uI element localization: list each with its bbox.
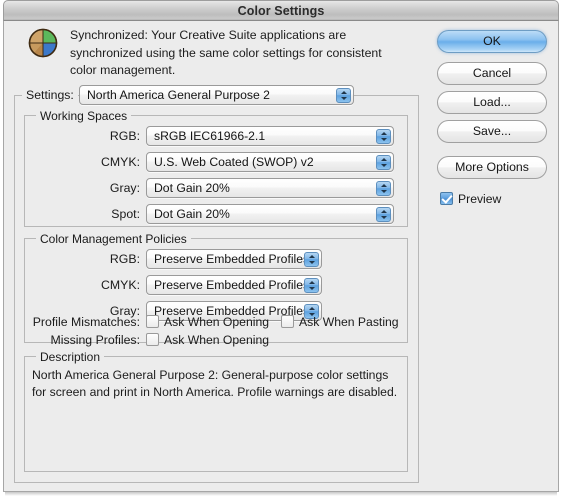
chevron-updown-icon [376,155,391,170]
chevron-updown-icon [336,88,351,103]
chevron-updown-icon [376,207,391,222]
policies-rgb-label: RGB: [109,252,140,266]
preview-checkbox[interactable] [440,192,453,205]
mismatch-ask-when-opening-checkbox[interactable] [146,315,159,328]
description-legend: Description [36,350,105,364]
missing-profiles-label: Missing Profiles: [50,333,140,347]
working-spaces-gray-value: Dot Gain 20% [154,181,230,195]
policies-cmyk-label: CMYK: [101,278,140,292]
chevron-updown-icon [376,181,391,196]
settings-preset-value: North America General Purpose 2 [87,88,270,102]
settings-preset-dropdown[interactable]: North America General Purpose 2 [79,85,354,105]
titlebar[interactable]: Color Settings [3,0,559,21]
working-spaces-spot-dropdown[interactable]: Dot Gain 20% [146,204,394,224]
cancel-button[interactable]: Cancel [437,62,547,85]
policies-cmyk-value: Preserve Embedded Profiles [154,278,310,292]
mismatch-ask-when-opening-label: Ask When Opening [164,315,270,329]
chevron-updown-icon [376,129,391,144]
missing-ask-when-opening-label: Ask When Opening [164,333,270,347]
ok-button[interactable]: OK [437,30,547,53]
working-spaces-gray-dropdown[interactable]: Dot Gain 20% [146,178,394,198]
policies-rgb-dropdown[interactable]: Preserve Embedded Profiles [146,249,322,269]
window-shadow [5,492,557,496]
settings-label: Settings: [22,88,78,102]
window-title: Color Settings [237,4,325,18]
save-button[interactable]: Save... [437,120,547,143]
working-spaces-rgb-label: RGB: [109,129,140,143]
color-management-policies-legend: Color Management Policies [36,232,191,246]
load-button[interactable]: Load... [437,91,547,114]
mismatch-ask-when-pasting-checkbox[interactable] [281,315,294,328]
preview-label: Preview [458,192,502,206]
mismatch-ask-when-pasting-label: Ask When Pasting [299,315,399,329]
sync-status-message: Synchronized: Your Creative Suite applic… [70,28,382,77]
working-spaces-rgb-value: sRGB IEC61966-2.1 [154,129,266,143]
working-spaces-cmyk-dropdown[interactable]: U.S. Web Coated (SWOP) v2 [146,152,394,172]
working-spaces-spot-label: Spot: [111,207,140,221]
color-settings-dialog: Color Settings Synchronized: Your Creati… [0,0,562,500]
working-spaces-rgb-dropdown[interactable]: sRGB IEC61966-2.1 [146,126,394,146]
working-spaces-gray-label: Gray: [109,181,140,195]
chevron-updown-icon [304,278,319,293]
working-spaces-legend: Working Spaces [36,109,132,123]
policies-cmyk-dropdown[interactable]: Preserve Embedded Profiles [146,275,322,295]
working-spaces-cmyk-value: U.S. Web Coated (SWOP) v2 [154,155,314,169]
description-text: North America General Purpose 2: General… [32,368,398,399]
more-options-button[interactable]: More Options [437,156,547,179]
chevron-updown-icon [304,252,319,267]
missing-ask-when-opening-checkbox[interactable] [146,333,159,346]
globe-color-icon [28,28,58,58]
policies-rgb-value: Preserve Embedded Profiles [154,252,310,266]
working-spaces-cmyk-label: CMYK: [101,155,140,169]
profile-mismatches-label: Profile Mismatches: [32,315,140,329]
working-spaces-spot-value: Dot Gain 20% [154,207,230,221]
